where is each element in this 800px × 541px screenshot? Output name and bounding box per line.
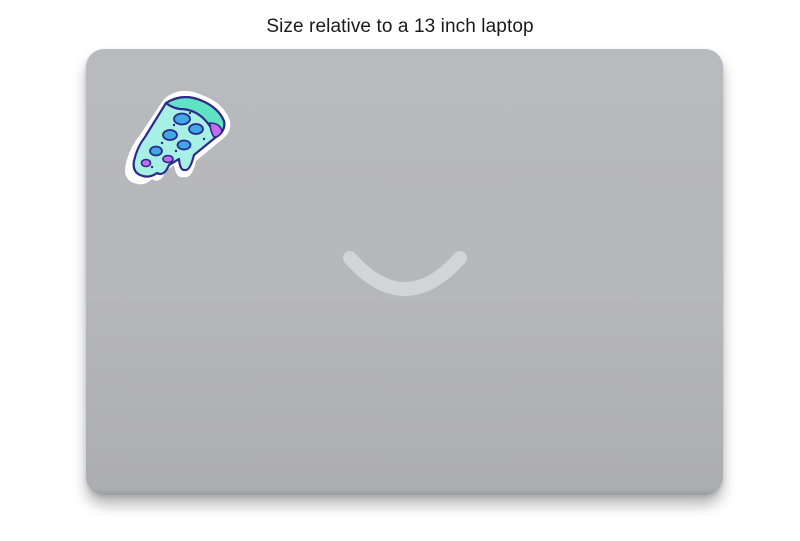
product-preview: Size relative to a 13 inch laptop bbox=[0, 0, 800, 541]
smile-logo-icon bbox=[343, 251, 467, 296]
size-caption: Size relative to a 13 inch laptop bbox=[266, 16, 534, 37]
pizza-slice-icon bbox=[125, 90, 231, 185]
